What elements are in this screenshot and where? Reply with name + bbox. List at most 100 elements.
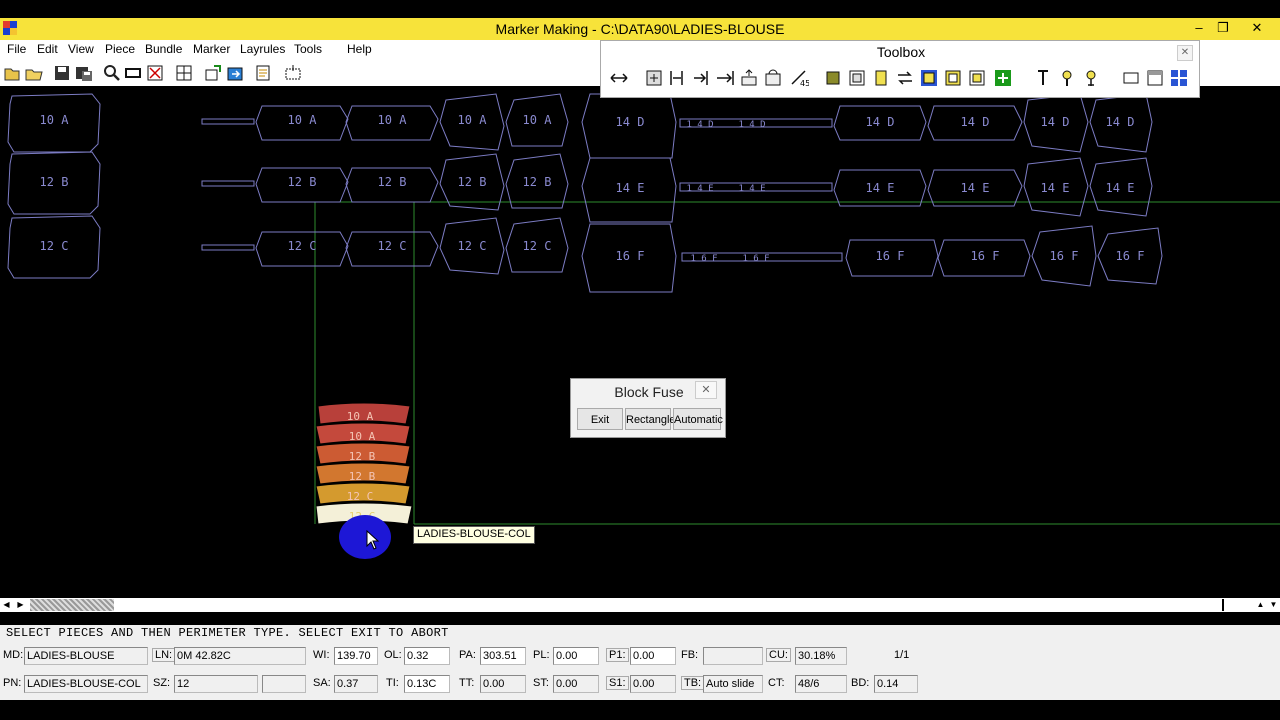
piece-label: 14 D: [1106, 115, 1135, 129]
bd-label: BD:: [851, 677, 870, 689]
scroll-thumb[interactable]: [30, 599, 114, 611]
piece-label: 10 A: [523, 113, 553, 127]
ol-field: 0.32: [404, 647, 450, 665]
window-icon[interactable]: [1145, 68, 1165, 88]
scroll-right-arrow-icon[interactable]: ▶: [14, 598, 27, 612]
layout-icon[interactable]: [283, 63, 303, 83]
exit-button[interactable]: Exit: [577, 408, 623, 430]
tool-icon[interactable]: [1033, 68, 1053, 88]
piece-label: 14 D: [1041, 115, 1070, 129]
close-button[interactable]: ✕: [1242, 18, 1272, 38]
minimize-button[interactable]: –: [1186, 18, 1212, 38]
save-icon[interactable]: [52, 63, 72, 83]
pa-field: 303.51: [480, 647, 526, 665]
align-left-icon[interactable]: [667, 68, 687, 88]
menu-piece[interactable]: Piece: [105, 42, 135, 56]
s1-field: 0.00: [630, 675, 676, 693]
status-panel: SELECT PIECES AND THEN PERIMETER TYPE. S…: [0, 625, 1280, 700]
match-icon[interactable]: [967, 68, 987, 88]
menu-tools[interactable]: Tools: [294, 42, 322, 56]
command-prompt: SELECT PIECES AND THEN PERIMETER TYPE. S…: [6, 626, 449, 640]
piece-label: 14 D: [616, 115, 645, 129]
rectangle-button[interactable]: Rectangle: [625, 408, 676, 430]
small-piece-label: 1 4 E: [738, 184, 765, 194]
zoom-icon[interactable]: [102, 63, 122, 83]
select-icon[interactable]: [919, 68, 939, 88]
wi-field: 139.70: [334, 647, 378, 665]
drill-icon[interactable]: [1057, 68, 1077, 88]
grid-icon[interactable]: [174, 63, 194, 83]
sz-label: SZ:: [153, 677, 171, 689]
scroll-up-arrow-icon[interactable]: ▲: [1254, 598, 1267, 612]
new-icon[interactable]: [2, 63, 22, 83]
p1-field: 0.00: [630, 647, 676, 665]
piece-label: 10 A: [288, 113, 318, 127]
split-icon[interactable]: [993, 68, 1013, 88]
frame-icon[interactable]: [1121, 68, 1141, 88]
menu-layrules[interactable]: Layrules: [240, 42, 285, 56]
cu-field: 30.18%: [795, 647, 847, 665]
piece-tooltip: LADIES-BLOUSE-COL: [413, 526, 535, 544]
marker-canvas[interactable]: 10 A 12 B 12 C 10 A 10 A 10 A 10 A 14 D …: [0, 86, 1280, 598]
piece-label: 14 E: [616, 181, 645, 195]
ct-label: CT:: [768, 677, 785, 689]
rotate-icon[interactable]: [763, 68, 783, 88]
bottom-strip: [0, 700, 1280, 720]
menu-marker[interactable]: Marker: [193, 42, 230, 56]
piece-label: 12 C: [378, 239, 407, 253]
pl-field: 0.00: [553, 647, 599, 665]
toolbox-close-button[interactable]: ✕: [1177, 45, 1193, 61]
notch-icon[interactable]: [871, 68, 891, 88]
move-icon[interactable]: [644, 68, 664, 88]
scroll-marker: [1222, 599, 1224, 611]
export-icon[interactable]: [203, 63, 223, 83]
small-piece-label: 1 6 F: [690, 254, 717, 264]
fit-icon[interactable]: [145, 63, 165, 83]
horizontal-scrollbar[interactable]: ◀ ▶ ▲ ▼: [0, 598, 1280, 612]
tile-icon[interactable]: [1169, 68, 1189, 88]
stack-icon[interactable]: [739, 68, 759, 88]
md-field: LADIES-BLOUSE: [24, 647, 148, 665]
automatic-button[interactable]: Automatic: [673, 408, 723, 430]
stack-label: 10 A: [347, 410, 374, 423]
st-label: ST:: [533, 677, 549, 689]
tt-field: 0.00: [480, 675, 526, 693]
menu-edit[interactable]: Edit: [37, 42, 58, 56]
menu-file[interactable]: File: [7, 42, 26, 56]
menu-view[interactable]: View: [68, 42, 94, 56]
rectangle-icon[interactable]: [123, 63, 143, 83]
menu-bundle[interactable]: Bundle: [145, 42, 182, 56]
pin-icon[interactable]: [1081, 68, 1101, 88]
scroll-left-arrow-icon[interactable]: ◀: [0, 598, 13, 612]
block-icon[interactable]: [823, 68, 843, 88]
page-indicator: 1/1: [894, 649, 910, 661]
svg-text:45: 45: [800, 79, 809, 88]
slide-icon[interactable]: [609, 68, 629, 88]
save-as-icon[interactable]: [74, 63, 94, 83]
shift-icon[interactable]: [715, 68, 735, 88]
menu-help[interactable]: Help: [347, 42, 372, 56]
s1-label: S1:: [606, 676, 629, 690]
main-toolbar: [0, 60, 600, 86]
buffer-icon[interactable]: [847, 68, 867, 88]
import-icon[interactable]: [225, 63, 245, 83]
sz-field: 12: [174, 675, 258, 693]
small-piece-label: 1 6 F: [742, 254, 769, 264]
small-piece-label: 1 4 D: [686, 120, 713, 130]
cursor-highlight: [339, 515, 391, 559]
align-right-icon[interactable]: [691, 68, 711, 88]
ln-field: 0M 42.82C: [174, 647, 306, 665]
piece-label: 10 A: [458, 113, 488, 127]
sa-field: 0.37: [334, 675, 378, 693]
fold-icon[interactable]: [895, 68, 915, 88]
dialog-close-button[interactable]: ✕: [695, 381, 717, 399]
toolbar-filler: [1200, 60, 1280, 86]
title-bar: Marker Making - C:\DATA90\LADIES-BLOUSE …: [0, 18, 1280, 40]
piece-label: 14 E: [1106, 181, 1135, 195]
open-icon[interactable]: [24, 63, 44, 83]
report-icon[interactable]: [253, 63, 273, 83]
restore-button[interactable]: ❐: [1210, 18, 1236, 38]
fuse-icon[interactable]: [943, 68, 963, 88]
rotate-45-icon[interactable]: 45: [789, 68, 809, 88]
scroll-down-arrow-icon[interactable]: ▼: [1267, 598, 1280, 612]
